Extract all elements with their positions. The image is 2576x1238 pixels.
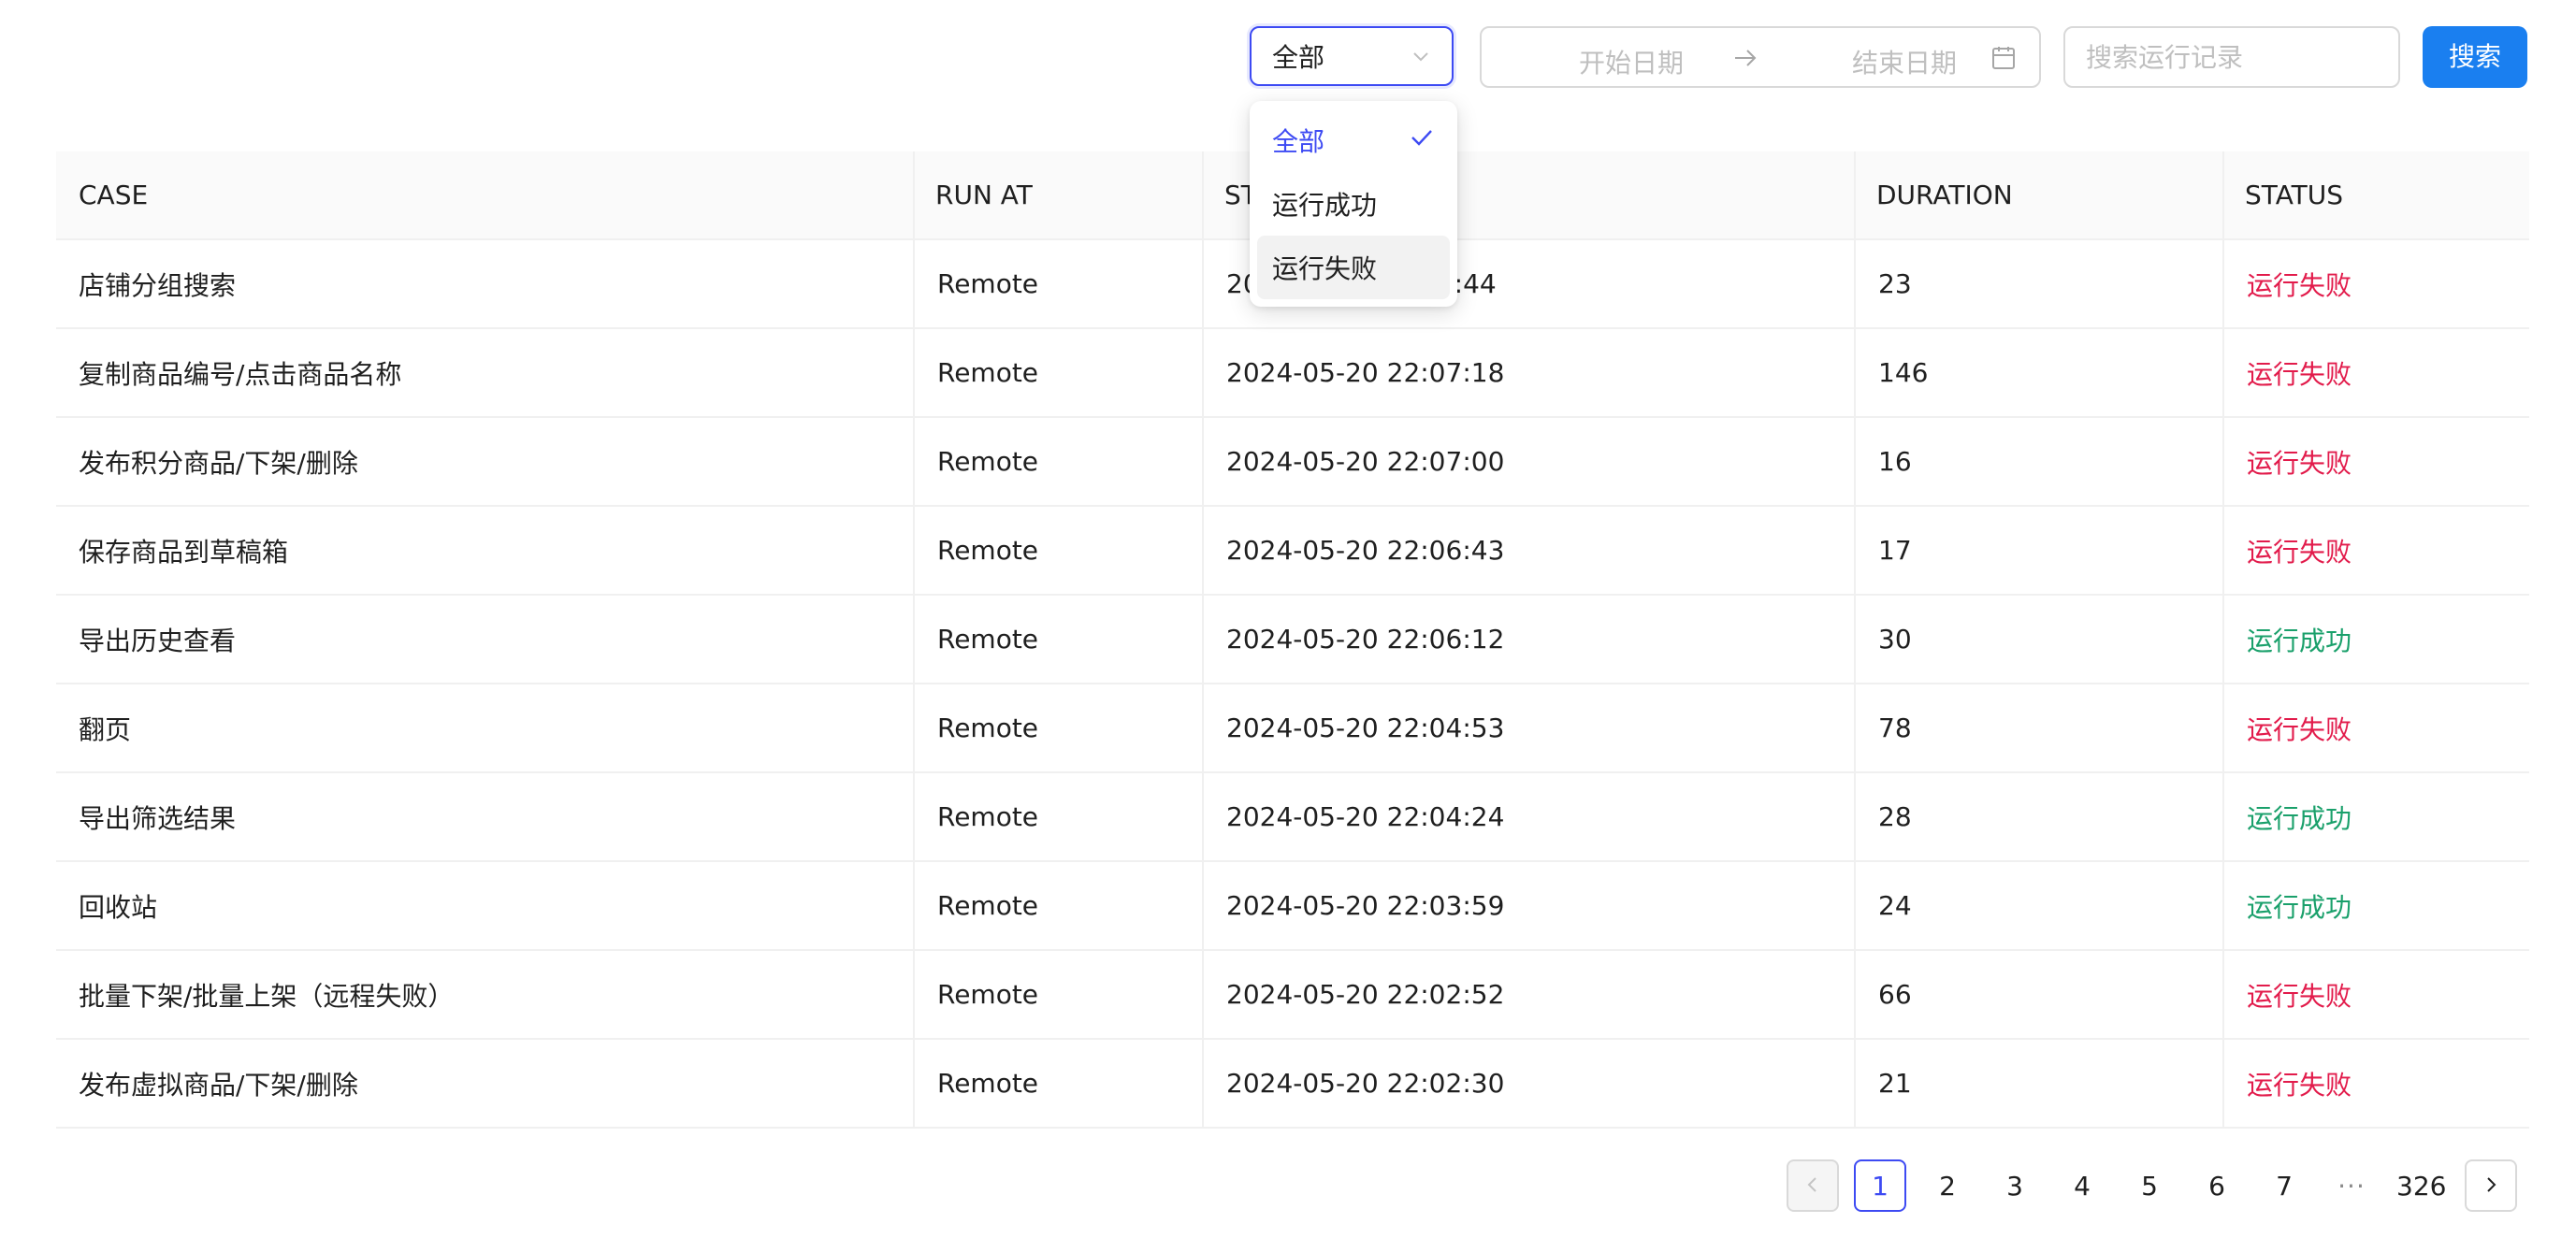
case-name-cell: 发布积分商品/下架/删除	[79, 447, 358, 479]
dropdown-option-label: 运行失败	[1272, 253, 1378, 284]
case-name-cell: 导出历史查看	[79, 625, 237, 656]
status-cell: 运行失败	[2222, 507, 2529, 594]
dropdown-option-label: 全部	[1272, 126, 1325, 157]
case-name-cell: 发布虚拟商品/下架/删除	[79, 1069, 358, 1101]
case-name-cell: 导出筛选结果	[79, 802, 237, 834]
run-at-cell: Remote	[913, 329, 1202, 416]
dropdown-option-success[interactable]: 运行成功	[1257, 172, 1450, 236]
page-button-1[interactable]: 1	[1854, 1159, 1906, 1212]
duration-cell: 78	[1854, 684, 2222, 771]
case-name-cell: 回收站	[79, 891, 158, 923]
status-cell: 运行成功	[2222, 596, 2529, 683]
status-cell: 运行失败	[2222, 329, 2529, 416]
table-row[interactable]: 导出筛选结果 Remote 2024-05-20 22:04:24 28 运行成功	[56, 773, 2529, 862]
table-row[interactable]: 发布积分商品/下架/删除 Remote 2024-05-20 22:07:00 16 运…	[56, 418, 2529, 507]
status-cell: 运行成功	[2222, 862, 2529, 949]
case-name-cell: 店铺分组搜索	[79, 269, 237, 301]
status-cell: 运行失败	[2222, 1040, 2529, 1127]
table-body: 店铺分组搜索 Remote 20:44 23 运行失败 复制商品编号/点击商品名称 Remo…	[56, 240, 2529, 1129]
page-button-7[interactable]: 7	[2258, 1159, 2310, 1212]
next-page-button[interactable]	[2465, 1159, 2518, 1212]
duration-cell: 24	[1854, 862, 2222, 949]
status-dropdown: 全部 运行成功 运行失败	[1250, 101, 1457, 307]
status-select[interactable]: 全部	[1250, 26, 1454, 86]
date-range-picker[interactable]: 开始日期 结束日期	[1480, 26, 2041, 88]
check-icon	[1409, 124, 1435, 157]
start-time-cell: 2024-05-20 22:03:59	[1202, 862, 1854, 949]
run-at-cell: Remote	[913, 951, 1202, 1038]
status-cell: 运行失败	[2222, 684, 2529, 771]
start-time-cell: 2024-05-20 22:07:00	[1202, 418, 1854, 505]
table-row[interactable]: 复制商品编号/点击商品名称 Remote 2024-05-20 22:07:18 14…	[56, 329, 2529, 418]
page-button-2[interactable]: 2	[1921, 1159, 1974, 1212]
prev-page-button[interactable]	[1787, 1159, 1839, 1212]
chevron-down-icon	[1411, 46, 1431, 66]
run-at-cell: Remote	[913, 418, 1202, 505]
status-cell: 运行失败	[2222, 418, 2529, 505]
run-at-cell: Remote	[913, 507, 1202, 594]
start-time-cell: 2024-05-20 22:06:43	[1202, 507, 1854, 594]
start-time-cell: 2024-05-20 22:04:53	[1202, 684, 1854, 771]
start-time-cell: 2024-05-20 22:02:30	[1202, 1040, 1854, 1127]
duration-cell: 21	[1854, 1040, 2222, 1127]
status-cell: 运行失败	[2222, 240, 2529, 327]
table-row[interactable]: 导出历史查看 Remote 2024-05-20 22:06:12 30 运行成功	[56, 596, 2529, 684]
run-at-cell: Remote	[913, 862, 1202, 949]
table-row[interactable]: 翻页 Remote 2024-05-20 22:04:53 78 运行失败	[56, 684, 2529, 773]
dropdown-option-fail[interactable]: 运行失败	[1257, 236, 1450, 299]
column-header-run-at[interactable]: RUN AT	[913, 151, 1202, 238]
duration-cell: 146	[1854, 329, 2222, 416]
pagination: 1 2 3 4 5 6 7 ··· 326	[1787, 1159, 2518, 1212]
table-row[interactable]: 发布虚拟商品/下架/删除 Remote 2024-05-20 22:02:30 21 运…	[56, 1040, 2529, 1129]
dropdown-option-all[interactable]: 全部	[1257, 108, 1450, 172]
page-button-3[interactable]: 3	[1989, 1159, 2041, 1212]
start-time-visible-tail: :44	[1454, 268, 1497, 299]
run-at-cell: Remote	[913, 596, 1202, 683]
page-ellipsis[interactable]: ···	[2325, 1159, 2378, 1212]
search-input[interactable]	[2063, 26, 2400, 88]
start-time-cell: 2024-05-20 22:06:12	[1202, 596, 1854, 683]
status-cell: 运行成功	[2222, 773, 2529, 860]
status-select-value: 全部	[1272, 42, 1325, 73]
case-name-cell: 复制商品编号/点击商品名称	[79, 358, 402, 390]
status-cell: 运行失败	[2222, 951, 2529, 1038]
page-button-6[interactable]: 6	[2191, 1159, 2243, 1212]
start-date-input[interactable]: 开始日期	[1556, 43, 1706, 80]
end-date-input[interactable]: 结束日期	[1830, 43, 1979, 80]
case-name-cell: 批量下架/批量上架（远程失败）	[79, 980, 455, 1012]
chevron-right-icon	[2481, 1171, 2501, 1202]
duration-cell: 16	[1854, 418, 2222, 505]
column-header-status[interactable]: STATUS	[2222, 151, 2529, 238]
table-row[interactable]: 批量下架/批量上架（远程失败） Remote 2024-05-20 22:02:52…	[56, 951, 2529, 1040]
calendar-icon[interactable]	[1990, 45, 2017, 78]
case-name-cell: 保存商品到草稿箱	[79, 536, 289, 568]
column-header-case[interactable]: CASE	[56, 151, 913, 238]
page-button-5[interactable]: 5	[2123, 1159, 2176, 1212]
run-at-cell: Remote	[913, 1040, 1202, 1127]
case-name-cell: 翻页	[79, 713, 132, 745]
duration-cell: 66	[1854, 951, 2222, 1038]
start-time-cell: 2024-05-20 22:02:52	[1202, 951, 1854, 1038]
arrow-right-icon	[1732, 45, 1758, 78]
duration-cell: 17	[1854, 507, 2222, 594]
page-button-4[interactable]: 4	[2056, 1159, 2108, 1212]
page: 全部 开始日期 结束日期 搜索 CASE RUN AT ST DURATION …	[0, 0, 2576, 1238]
duration-cell: 28	[1854, 773, 2222, 860]
page-button-last[interactable]: 326	[2393, 1159, 2450, 1212]
search-button[interactable]: 搜索	[2423, 26, 2527, 88]
start-time-cell: 2024-05-20 22:07:18	[1202, 329, 1854, 416]
start-time-cell: 2024-05-20 22:04:24	[1202, 773, 1854, 860]
table-row[interactable]: 保存商品到草稿箱 Remote 2024-05-20 22:06:43 17 运行失败	[56, 507, 2529, 596]
run-at-cell: Remote	[913, 773, 1202, 860]
column-header-duration[interactable]: DURATION	[1854, 151, 2222, 238]
run-at-cell: Remote	[913, 240, 1202, 327]
run-at-cell: Remote	[913, 684, 1202, 771]
duration-cell: 30	[1854, 596, 2222, 683]
table-row[interactable]: 回收站 Remote 2024-05-20 22:03:59 24 运行成功	[56, 862, 2529, 951]
chevron-left-icon	[1802, 1171, 1823, 1202]
dropdown-option-label: 运行成功	[1272, 190, 1378, 221]
duration-cell: 23	[1854, 240, 2222, 327]
